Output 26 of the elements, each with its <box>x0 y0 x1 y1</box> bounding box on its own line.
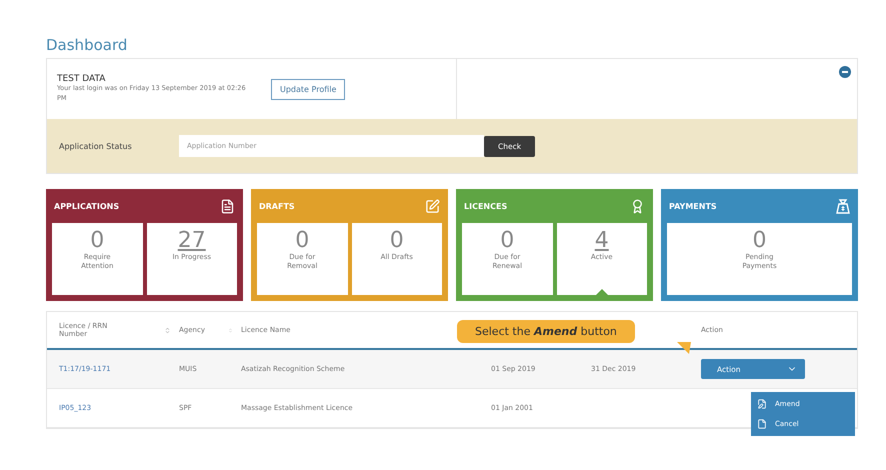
stat-count: 0 <box>390 229 404 254</box>
tooltip: Select the Amend button <box>457 320 635 343</box>
sort-icon[interactable] <box>228 326 233 334</box>
stat-count: 27 <box>178 229 206 254</box>
edit-icon <box>425 198 440 214</box>
edit-file-icon <box>757 399 767 409</box>
stat-count: 4 <box>594 229 609 254</box>
status-label: Application Status <box>59 142 133 150</box>
sort-icon[interactable] <box>164 326 171 334</box>
page-title: Dashboard <box>46 36 128 54</box>
tile-title: PAYMENTS <box>669 202 717 210</box>
stat-count: 0 <box>90 229 104 254</box>
tooltip-tail <box>677 342 691 354</box>
stat-count: 0 <box>295 229 310 254</box>
collapse-icon[interactable] <box>839 66 851 78</box>
stat-count: 0 <box>752 229 766 254</box>
document-icon <box>220 198 235 214</box>
tile-title: DRAFTS <box>259 202 295 210</box>
file-icon <box>757 419 767 429</box>
money-bag-icon <box>836 198 850 214</box>
update-profile-button[interactable]: Update Profile <box>271 78 346 100</box>
user-name: TEST DATA <box>57 74 106 84</box>
stat-count: 0 <box>500 229 514 254</box>
tile-title: APPLICATIONS <box>54 202 120 210</box>
tile-title: LICENCES <box>464 202 508 210</box>
award-icon <box>630 198 645 214</box>
